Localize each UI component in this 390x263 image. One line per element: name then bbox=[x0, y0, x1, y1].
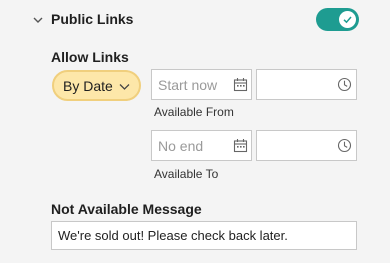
section-title: Public Links bbox=[51, 11, 134, 27]
available-from-date-input[interactable]: Start now bbox=[151, 69, 252, 100]
available-from-caption: Available From bbox=[154, 105, 234, 119]
not-available-message-input[interactable]: We're sold out! Please check back later. bbox=[51, 221, 357, 250]
public-links-toggle[interactable] bbox=[316, 8, 359, 31]
available-to-caption: Available To bbox=[154, 167, 219, 181]
date-placeholder: No end bbox=[158, 137, 204, 154]
check-icon bbox=[343, 16, 352, 24]
calendar-icon[interactable] bbox=[233, 138, 248, 153]
date-placeholder: Start now bbox=[158, 76, 218, 93]
calendar-icon[interactable] bbox=[233, 77, 248, 92]
clock-icon[interactable] bbox=[337, 77, 352, 92]
clock-icon[interactable] bbox=[337, 138, 352, 153]
message-value: We're sold out! Please check back later. bbox=[58, 228, 288, 243]
dropdown-value: By Date bbox=[63, 77, 113, 94]
chevron-down-icon[interactable] bbox=[31, 13, 45, 27]
toggle-knob bbox=[339, 11, 356, 28]
chevron-down-icon bbox=[119, 84, 130, 90]
available-from-time-input[interactable] bbox=[256, 69, 357, 100]
not-available-message-label: Not Available Message bbox=[51, 201, 202, 217]
available-to-time-input[interactable] bbox=[256, 130, 357, 161]
allow-links-dropdown[interactable]: By Date bbox=[52, 70, 141, 101]
available-to-date-input[interactable]: No end bbox=[151, 130, 252, 161]
allow-links-label: Allow Links bbox=[51, 49, 129, 65]
